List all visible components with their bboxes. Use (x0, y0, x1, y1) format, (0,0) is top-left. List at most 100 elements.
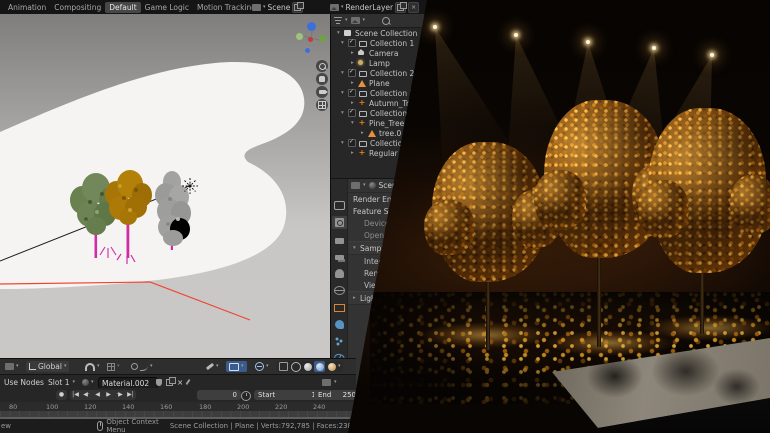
disclosure-icon[interactable]: ▾ (341, 70, 348, 76)
gizmo-x-axis[interactable] (296, 33, 303, 40)
disclosure-icon[interactable]: ▸ (351, 50, 358, 56)
shader-header-options[interactable]: ▾ (322, 377, 337, 387)
chevron-down-icon: ▾ (64, 364, 67, 369)
new-scene-button[interactable] (292, 2, 303, 13)
editor-type-icon (5, 363, 14, 370)
pencil-icon (206, 363, 214, 370)
play-reverse-button[interactable]: ◀ (92, 390, 103, 400)
outliner-label: Camera (369, 49, 398, 58)
camera-view-button[interactable] (316, 86, 328, 98)
disclosure-icon[interactable]: ▸ (351, 100, 358, 106)
tab-tool[interactable] (332, 199, 347, 212)
start-label: Start (258, 391, 275, 399)
shading-material-button[interactable] (314, 361, 325, 372)
disclosure-icon[interactable]: ▸ (351, 150, 358, 156)
collection-checkbox[interactable]: ✓ (348, 69, 356, 77)
collection-checkbox[interactable]: ✓ (348, 109, 356, 117)
disclosure-icon[interactable]: ▾ (337, 30, 344, 36)
axis-gizmo[interactable] (296, 20, 326, 60)
record-button[interactable]: ● (56, 390, 67, 400)
tab-world[interactable] (332, 284, 347, 297)
shading-solid-button[interactable] (302, 361, 313, 372)
viewport-3d[interactable] (0, 14, 330, 358)
slot-dropdown[interactable]: Slot 1 ▾ (48, 377, 75, 387)
play-button[interactable]: ▶ (103, 390, 114, 400)
spotlight-1 (433, 25, 437, 29)
disclosure-icon[interactable]: ▾ (341, 40, 348, 46)
snap-target-dropdown[interactable]: ▾ (104, 361, 123, 372)
light-pool-3 (645, 315, 770, 341)
gizmo-y-axis[interactable] (319, 35, 326, 42)
frame-end-field[interactable]: End 250 (314, 390, 360, 400)
viewport-scene (0, 14, 330, 358)
gizmo-toggle[interactable]: ▾ (226, 361, 247, 372)
end-label: End (318, 391, 331, 399)
orientation-dropdown[interactable]: Global ▾ (26, 361, 69, 372)
hand-icon (319, 76, 325, 82)
editor-type-icon[interactable] (351, 182, 360, 189)
disclosure-icon[interactable]: ▾ (341, 110, 348, 116)
end-value: 250 (343, 391, 356, 399)
jump-to-end-button[interactable]: ▶| (125, 390, 136, 400)
disclosure-icon[interactable]: ▸ (351, 60, 358, 66)
collection-checkbox[interactable]: ✓ (348, 39, 356, 47)
tab-scene[interactable] (332, 267, 347, 280)
current-frame-field[interactable]: 0 (197, 390, 241, 400)
pan-button[interactable] (316, 73, 328, 85)
tab-animation[interactable]: Animation (4, 2, 50, 13)
jump-to-start-button[interactable]: |◀ (70, 390, 81, 400)
disclosure-icon[interactable]: ▾ (341, 90, 348, 96)
tab-motion-tracking[interactable]: Motion Tracking (193, 2, 252, 13)
overlays-toggle[interactable]: ▾ (252, 361, 272, 372)
disclosure-icon[interactable]: ▸ (351, 80, 358, 86)
xray-toggle[interactable] (278, 361, 289, 372)
editor-type-button[interactable]: ▾ (2, 361, 22, 372)
unlink-icon[interactable]: × (177, 378, 183, 387)
collection-checkbox[interactable]: ✓ (348, 139, 356, 147)
outliner-label: Collection 2 (370, 69, 414, 78)
tab-view-layer[interactable] (332, 250, 347, 263)
disclosure-icon[interactable]: ▾ (351, 120, 358, 126)
tab-render[interactable] (332, 216, 347, 229)
shading-wireframe-button[interactable] (290, 361, 301, 372)
timeline-ruler[interactable]: 80 100 120 140 160 180 200 220 240 (0, 402, 356, 411)
disclosure-icon[interactable]: ▸ (361, 130, 368, 136)
tab-object[interactable] (332, 301, 347, 314)
scene-selector[interactable]: ▾ Scene (252, 0, 303, 14)
tab-default[interactable]: Default (105, 2, 140, 13)
display-mode-icon[interactable] (351, 17, 360, 24)
remove-view-layer-button[interactable]: × (408, 2, 419, 13)
fake-user-icon[interactable] (156, 379, 162, 386)
use-nodes-toggle[interactable]: Use Nodes (4, 377, 44, 387)
previous-keyframe-button[interactable]: ◀· (81, 390, 92, 400)
pin-icon[interactable] (186, 379, 191, 385)
view-layer-selector[interactable]: ▾ RenderLayer × (330, 0, 419, 14)
tab-particles[interactable] (332, 335, 347, 348)
empty-axes-icon: + (358, 149, 366, 157)
gizmo-z-axis[interactable] (307, 22, 316, 31)
disclosure-icon: ▸ (353, 295, 360, 301)
snap-target-icon (107, 363, 115, 371)
filter-icon[interactable] (334, 17, 342, 24)
search-icon[interactable] (382, 17, 390, 25)
tab-game-logic[interactable]: Game Logic (141, 2, 193, 13)
collection-checkbox[interactable]: ✓ (348, 89, 356, 97)
annotate-tool[interactable]: ▾ (203, 361, 222, 372)
view-layer-icon (330, 4, 339, 11)
snap-toggle[interactable]: ▾ (82, 361, 103, 372)
zoom-button[interactable] (316, 60, 328, 72)
tab-modifiers[interactable] (332, 318, 347, 331)
frame-start-field[interactable]: Start 1 (254, 390, 320, 400)
gizmo-z-neg[interactable] (305, 48, 310, 53)
disclosure-icon[interactable]: ▾ (341, 140, 348, 146)
proportional-edit-toggle[interactable]: ▾ (128, 361, 156, 372)
tab-output[interactable] (332, 233, 347, 246)
shading-rendered-button[interactable] (326, 361, 337, 372)
viewport-header: ▾ Global ▾ ▾ ▾ ▾ ▾ ▾ ▾ (0, 358, 356, 375)
tab-compositing[interactable]: Compositing (50, 2, 105, 13)
material-browse-dropdown[interactable]: ▾ (82, 377, 94, 387)
next-keyframe-button[interactable]: ·▶ (114, 390, 125, 400)
new-material-icon[interactable] (166, 379, 173, 386)
perspective-toggle-button[interactable] (316, 99, 328, 111)
new-view-layer-button[interactable] (395, 2, 406, 13)
